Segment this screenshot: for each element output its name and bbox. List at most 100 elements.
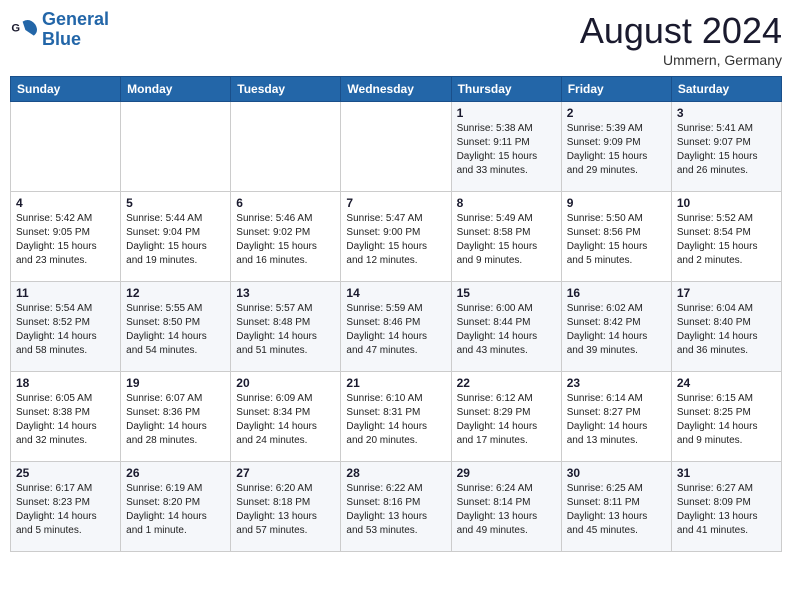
calendar-cell: 28Sunrise: 6:22 AM Sunset: 8:16 PM Dayli… [341, 462, 451, 552]
calendar-cell: 21Sunrise: 6:10 AM Sunset: 8:31 PM Dayli… [341, 372, 451, 462]
calendar-cell: 11 Sunrise: 5:54 AM Sunset: 8:52 PM Dayli… [11, 282, 121, 372]
calendar-cell: 1 Sunrise: 5:38 AM Sunset: 9:11 PM Daylig… [451, 102, 561, 192]
day-info: Sunrise: 6:24 AM Sunset: 8:14 PM Dayligh… [457, 482, 556, 538]
calendar-cell [121, 102, 231, 192]
day-number: 19 [126, 376, 225, 390]
calendar-cell: 30Sunrise: 6:25 AM Sunset: 8:11 PM Dayli… [561, 462, 671, 552]
day-number: 6 [236, 196, 335, 210]
day-number: 16 [567, 286, 666, 300]
day-header-tuesday: Tuesday [231, 77, 341, 102]
day-info: Sunrise: 6:10 AM Sunset: 8:31 PM Dayligh… [346, 392, 445, 448]
day-info: Sunrise: 6:12 AM Sunset: 8:29 PM Dayligh… [457, 392, 556, 448]
calendar-cell: 24 Sunrise: 6:15 AM Sunset: 8:25 PM Dayli… [671, 372, 781, 462]
calendar-cell: 31Sunrise: 6:27 AM Sunset: 8:09 PM Dayli… [671, 462, 781, 552]
day-number: 9 [567, 196, 666, 210]
calendar-cell [11, 102, 121, 192]
day-info: Sunrise: 5:54 AM Sunset: 8:52 PM Dayligh… [16, 302, 115, 358]
day-number: 2 [567, 106, 666, 120]
day-number: 20 [236, 376, 335, 390]
calendar-cell [231, 102, 341, 192]
calendar-cell: 20 Sunrise: 6:09 AM Sunset: 8:34 PM Dayli… [231, 372, 341, 462]
day-info: Sunrise: 6:14 AM Sunset: 8:27 PM Dayligh… [567, 392, 666, 448]
day-number: 26 [126, 466, 225, 480]
day-info: Sunrise: 6:07 AM Sunset: 8:36 PM Dayligh… [126, 392, 225, 448]
svg-text:G: G [11, 22, 20, 34]
day-info: Sunrise: 5:46 AM Sunset: 9:02 PM Dayligh… [236, 212, 335, 268]
day-info: Sunrise: 6:05 AM Sunset: 8:38 PM Dayligh… [16, 392, 115, 448]
day-number: 13 [236, 286, 335, 300]
day-number: 4 [16, 196, 115, 210]
day-number: 12 [126, 286, 225, 300]
calendar-cell: 23Sunrise: 6:14 AM Sunset: 8:27 PM Dayli… [561, 372, 671, 462]
day-info: Sunrise: 6:27 AM Sunset: 8:09 PM Dayligh… [677, 482, 776, 538]
day-info: Sunrise: 6:22 AM Sunset: 8:16 PM Dayligh… [346, 482, 445, 538]
day-info: Sunrise: 6:19 AM Sunset: 8:20 PM Dayligh… [126, 482, 225, 538]
calendar-cell: 17 Sunrise: 6:04 AM Sunset: 8:40 PM Dayli… [671, 282, 781, 372]
day-info: Sunrise: 6:00 AM Sunset: 8:44 PM Dayligh… [457, 302, 556, 358]
day-number: 3 [677, 106, 776, 120]
calendar-cell: 19 Sunrise: 6:07 AM Sunset: 8:36 PM Dayli… [121, 372, 231, 462]
day-info: Sunrise: 5:41 AM Sunset: 9:07 PM Dayligh… [677, 122, 776, 178]
location-subtitle: Ummern, Germany [580, 52, 782, 68]
calendar-cell: 3 Sunrise: 5:41 AM Sunset: 9:07 PM Daylig… [671, 102, 781, 192]
calendar-cell: 6 Sunrise: 5:46 AM Sunset: 9:02 PM Daylig… [231, 192, 341, 282]
calendar-week-2: 4Sunrise: 5:42 AM Sunset: 9:05 PM Daylig… [11, 192, 782, 282]
calendar-cell: 9 Sunrise: 5:50 AM Sunset: 8:56 PM Daylig… [561, 192, 671, 282]
logo-general: General [42, 9, 109, 29]
calendar-cell: 18 Sunrise: 6:05 AM Sunset: 8:38 PM Dayli… [11, 372, 121, 462]
day-number: 18 [16, 376, 115, 390]
day-info: Sunrise: 5:59 AM Sunset: 8:46 PM Dayligh… [346, 302, 445, 358]
calendar-cell: 22 Sunrise: 6:12 AM Sunset: 8:29 PM Dayli… [451, 372, 561, 462]
page-header: G General Blue August 2024 Ummern, Germa… [10, 10, 782, 68]
day-info: Sunrise: 6:17 AM Sunset: 8:23 PM Dayligh… [16, 482, 115, 538]
day-number: 10 [677, 196, 776, 210]
calendar-cell: 8Sunrise: 5:49 AM Sunset: 8:58 PM Daylig… [451, 192, 561, 282]
calendar-cell: 15 Sunrise: 6:00 AM Sunset: 8:44 PM Dayli… [451, 282, 561, 372]
calendar-cell: 4Sunrise: 5:42 AM Sunset: 9:05 PM Daylig… [11, 192, 121, 282]
day-number: 1 [457, 106, 556, 120]
day-info: Sunrise: 6:02 AM Sunset: 8:42 PM Dayligh… [567, 302, 666, 358]
day-header-wednesday: Wednesday [341, 77, 451, 102]
day-info: Sunrise: 6:15 AM Sunset: 8:25 PM Dayligh… [677, 392, 776, 448]
day-number: 11 [16, 286, 115, 300]
calendar-cell: 29Sunrise: 6:24 AM Sunset: 8:14 PM Dayli… [451, 462, 561, 552]
day-header-sunday: Sunday [11, 77, 121, 102]
day-info: Sunrise: 5:39 AM Sunset: 9:09 PM Dayligh… [567, 122, 666, 178]
calendar-cell: 14Sunrise: 5:59 AM Sunset: 8:46 PM Dayli… [341, 282, 451, 372]
calendar-cell: 26 Sunrise: 6:19 AM Sunset: 8:20 PM Dayli… [121, 462, 231, 552]
calendar-week-4: 18 Sunrise: 6:05 AM Sunset: 8:38 PM Dayli… [11, 372, 782, 462]
day-number: 15 [457, 286, 556, 300]
logo: G General Blue [10, 10, 109, 50]
calendar-cell: 25Sunrise: 6:17 AM Sunset: 8:23 PM Dayli… [11, 462, 121, 552]
logo-blue: Blue [42, 29, 81, 49]
day-number: 17 [677, 286, 776, 300]
day-info: Sunrise: 5:55 AM Sunset: 8:50 PM Dayligh… [126, 302, 225, 358]
day-info: Sunrise: 5:47 AM Sunset: 9:00 PM Dayligh… [346, 212, 445, 268]
logo-icon: G [10, 16, 38, 44]
day-header-friday: Friday [561, 77, 671, 102]
day-info: Sunrise: 5:52 AM Sunset: 8:54 PM Dayligh… [677, 212, 776, 268]
day-number: 8 [457, 196, 556, 210]
calendar-week-3: 11 Sunrise: 5:54 AM Sunset: 8:52 PM Dayli… [11, 282, 782, 372]
day-header-monday: Monday [121, 77, 231, 102]
day-info: Sunrise: 6:09 AM Sunset: 8:34 PM Dayligh… [236, 392, 335, 448]
day-info: Sunrise: 5:38 AM Sunset: 9:11 PM Dayligh… [457, 122, 556, 178]
day-number: 22 [457, 376, 556, 390]
title-block: August 2024 Ummern, Germany [580, 10, 782, 68]
day-header-thursday: Thursday [451, 77, 561, 102]
calendar-cell: 10 Sunrise: 5:52 AM Sunset: 8:54 PM Dayli… [671, 192, 781, 282]
calendar-cell: 27Sunrise: 6:20 AM Sunset: 8:18 PM Dayli… [231, 462, 341, 552]
header-row: SundayMondayTuesdayWednesdayThursdayFrid… [11, 77, 782, 102]
month-title: August 2024 [580, 10, 782, 52]
calendar-cell: 5Sunrise: 5:44 AM Sunset: 9:04 PM Daylig… [121, 192, 231, 282]
calendar-week-5: 25Sunrise: 6:17 AM Sunset: 8:23 PM Dayli… [11, 462, 782, 552]
day-number: 7 [346, 196, 445, 210]
calendar-cell: 16 Sunrise: 6:02 AM Sunset: 8:42 PM Dayli… [561, 282, 671, 372]
day-number: 30 [567, 466, 666, 480]
calendar-table: SundayMondayTuesdayWednesdayThursdayFrid… [10, 76, 782, 552]
day-info: Sunrise: 5:50 AM Sunset: 8:56 PM Dayligh… [567, 212, 666, 268]
day-info: Sunrise: 6:04 AM Sunset: 8:40 PM Dayligh… [677, 302, 776, 358]
day-number: 5 [126, 196, 225, 210]
day-number: 24 [677, 376, 776, 390]
day-number: 27 [236, 466, 335, 480]
